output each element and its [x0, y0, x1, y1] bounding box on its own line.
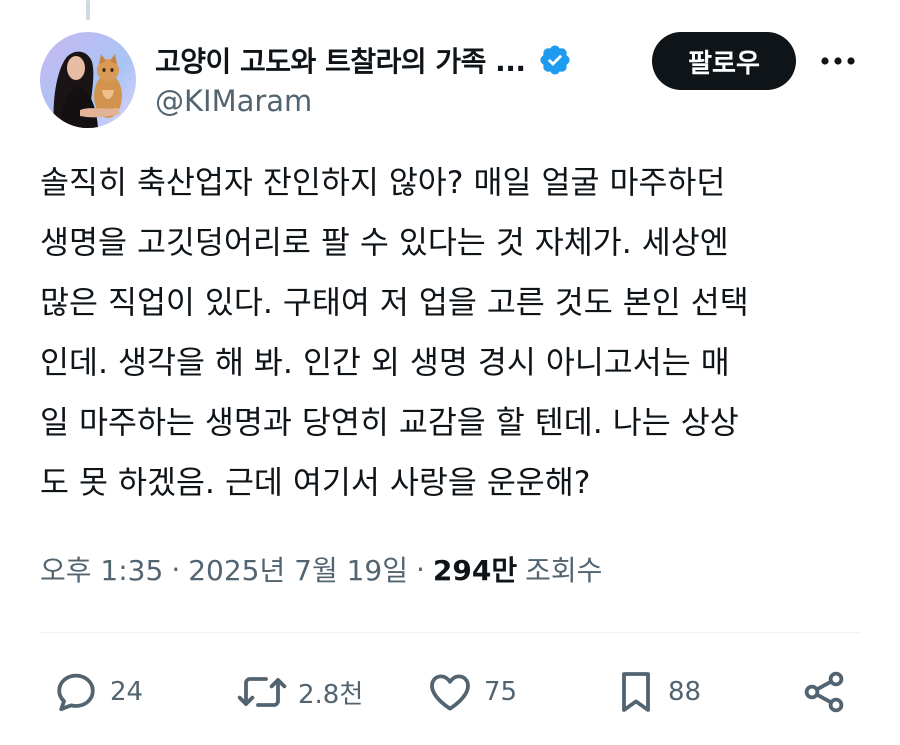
action-bar: 24 2.8천 75 88: [0, 664, 900, 720]
meta-separator: ·: [416, 552, 425, 586]
post-text-line: 많은 직업이 있다. 구태여 저 업을 고른 것도 본인 선택: [40, 285, 749, 321]
post-time[interactable]: 오후 1:35: [40, 549, 163, 589]
post-meta: 오후 1:35 · 2025년 7월 19일 · 294만 조회수: [40, 544, 602, 594]
bookmark-button[interactable]: 88: [614, 664, 701, 720]
post-date[interactable]: 2025년 7월 19일: [188, 549, 408, 589]
more-icon[interactable]: [818, 48, 858, 74]
follow-button[interactable]: 팔로우: [652, 32, 796, 90]
bookmark-icon: [614, 668, 658, 716]
repost-count: 2.8천: [298, 679, 364, 710]
post-text-line: 생명을 고깃덩어리로 팔 수 있다는 것 자체가. 세상엔: [40, 225, 729, 261]
divider: [40, 632, 860, 633]
like-count: 75: [484, 677, 518, 707]
post-detail: 고양이 고도와 트찰라의 가족 ... @KIMaram 팔로우 솔직히 축산업…: [0, 0, 900, 745]
views-label: 조회수: [525, 554, 603, 587]
repost-icon: [236, 668, 288, 716]
author-handle[interactable]: @KIMaram: [155, 84, 312, 118]
thread-connector-line: [86, 0, 90, 20]
reply-button[interactable]: 24: [52, 664, 143, 720]
author-name-row: 고양이 고도와 트찰라의 가족 ...: [155, 36, 572, 84]
repost-button[interactable]: 2.8천: [236, 664, 363, 720]
post-text: 솔직히 축산업자 잔인하지 않아? 매일 얼굴 마주하던 생명을 고깃덩어리로 …: [40, 153, 870, 513]
reply-count: 24: [110, 677, 144, 707]
like-button[interactable]: 75: [426, 664, 517, 720]
share-icon: [800, 668, 848, 716]
post-text-line: 일 마주하는 생명과 당연히 교감을 할 텐데. 나는 상상: [40, 405, 739, 441]
share-button[interactable]: [800, 664, 848, 720]
post-text-line: 인데. 생각을 해 봐. 인간 외 생명 경시 아니고서는 매: [40, 345, 730, 381]
author-display-name[interactable]: 고양이 고도와 트찰라의 가족 ...: [155, 40, 526, 80]
post-text-line: 도 못 하겠음. 근데 여기서 사랑을 운운해?: [40, 465, 591, 501]
meta-separator: ·: [171, 552, 181, 586]
verified-badge-icon: [538, 43, 572, 77]
views-count: 294만: [432, 554, 518, 587]
reply-icon: [52, 668, 100, 716]
bookmark-count: 88: [668, 677, 702, 707]
post-text-line: 솔직히 축산업자 잔인하지 않아? 매일 얼굴 마주하던: [40, 165, 726, 201]
like-icon: [426, 668, 474, 716]
avatar[interactable]: [40, 32, 136, 128]
